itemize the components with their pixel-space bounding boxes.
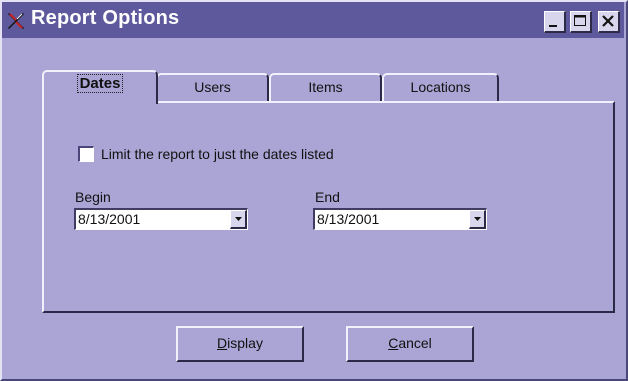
dates-tab-panel xyxy=(42,101,615,313)
display-button[interactable]: Display xyxy=(176,326,304,362)
tab-users-label: Users xyxy=(194,79,231,95)
tab-locations[interactable]: Locations xyxy=(382,73,499,103)
minimize-icon xyxy=(549,25,557,27)
end-dropdown-button[interactable] xyxy=(469,210,486,229)
end-label: End xyxy=(315,189,340,205)
tab-dates[interactable]: Dates xyxy=(42,70,158,104)
app-x-icon xyxy=(8,13,24,29)
begin-date-dropdown[interactable]: 8/13/2001 xyxy=(74,208,248,230)
end-date-dropdown[interactable]: 8/13/2001 xyxy=(313,208,487,230)
tab-users[interactable]: Users xyxy=(156,73,269,103)
end-date-value: 8/13/2001 xyxy=(317,211,380,227)
limit-dates-checkbox[interactable] xyxy=(78,146,94,162)
cancel-button[interactable]: Cancel xyxy=(346,326,474,362)
close-button[interactable] xyxy=(598,11,620,33)
limit-dates-label: Limit the report to just the dates liste… xyxy=(101,146,334,162)
minimize-button[interactable] xyxy=(544,11,566,33)
display-label-rest: isplay xyxy=(227,335,263,351)
cancel-mnemonic: C xyxy=(388,335,399,351)
cancel-label-rest: ancel xyxy=(398,335,432,351)
display-mnemonic: D xyxy=(217,335,228,351)
begin-label: Begin xyxy=(75,189,111,205)
begin-dropdown-button[interactable] xyxy=(230,210,247,229)
window-title: Report Options xyxy=(31,7,180,29)
tab-items[interactable]: Items xyxy=(269,73,382,103)
tab-dates-label: Dates xyxy=(76,74,124,93)
begin-date-value: 8/13/2001 xyxy=(78,211,141,227)
maximize-icon xyxy=(574,15,586,26)
tab-locations-label: Locations xyxy=(410,79,471,95)
chevron-down-icon xyxy=(235,217,242,221)
close-icon xyxy=(602,15,614,27)
title-bar[interactable]: Report Options xyxy=(2,2,624,38)
chevron-down-icon xyxy=(474,217,481,221)
tab-items-label: Items xyxy=(308,79,343,95)
maximize-button[interactable] xyxy=(570,11,592,33)
